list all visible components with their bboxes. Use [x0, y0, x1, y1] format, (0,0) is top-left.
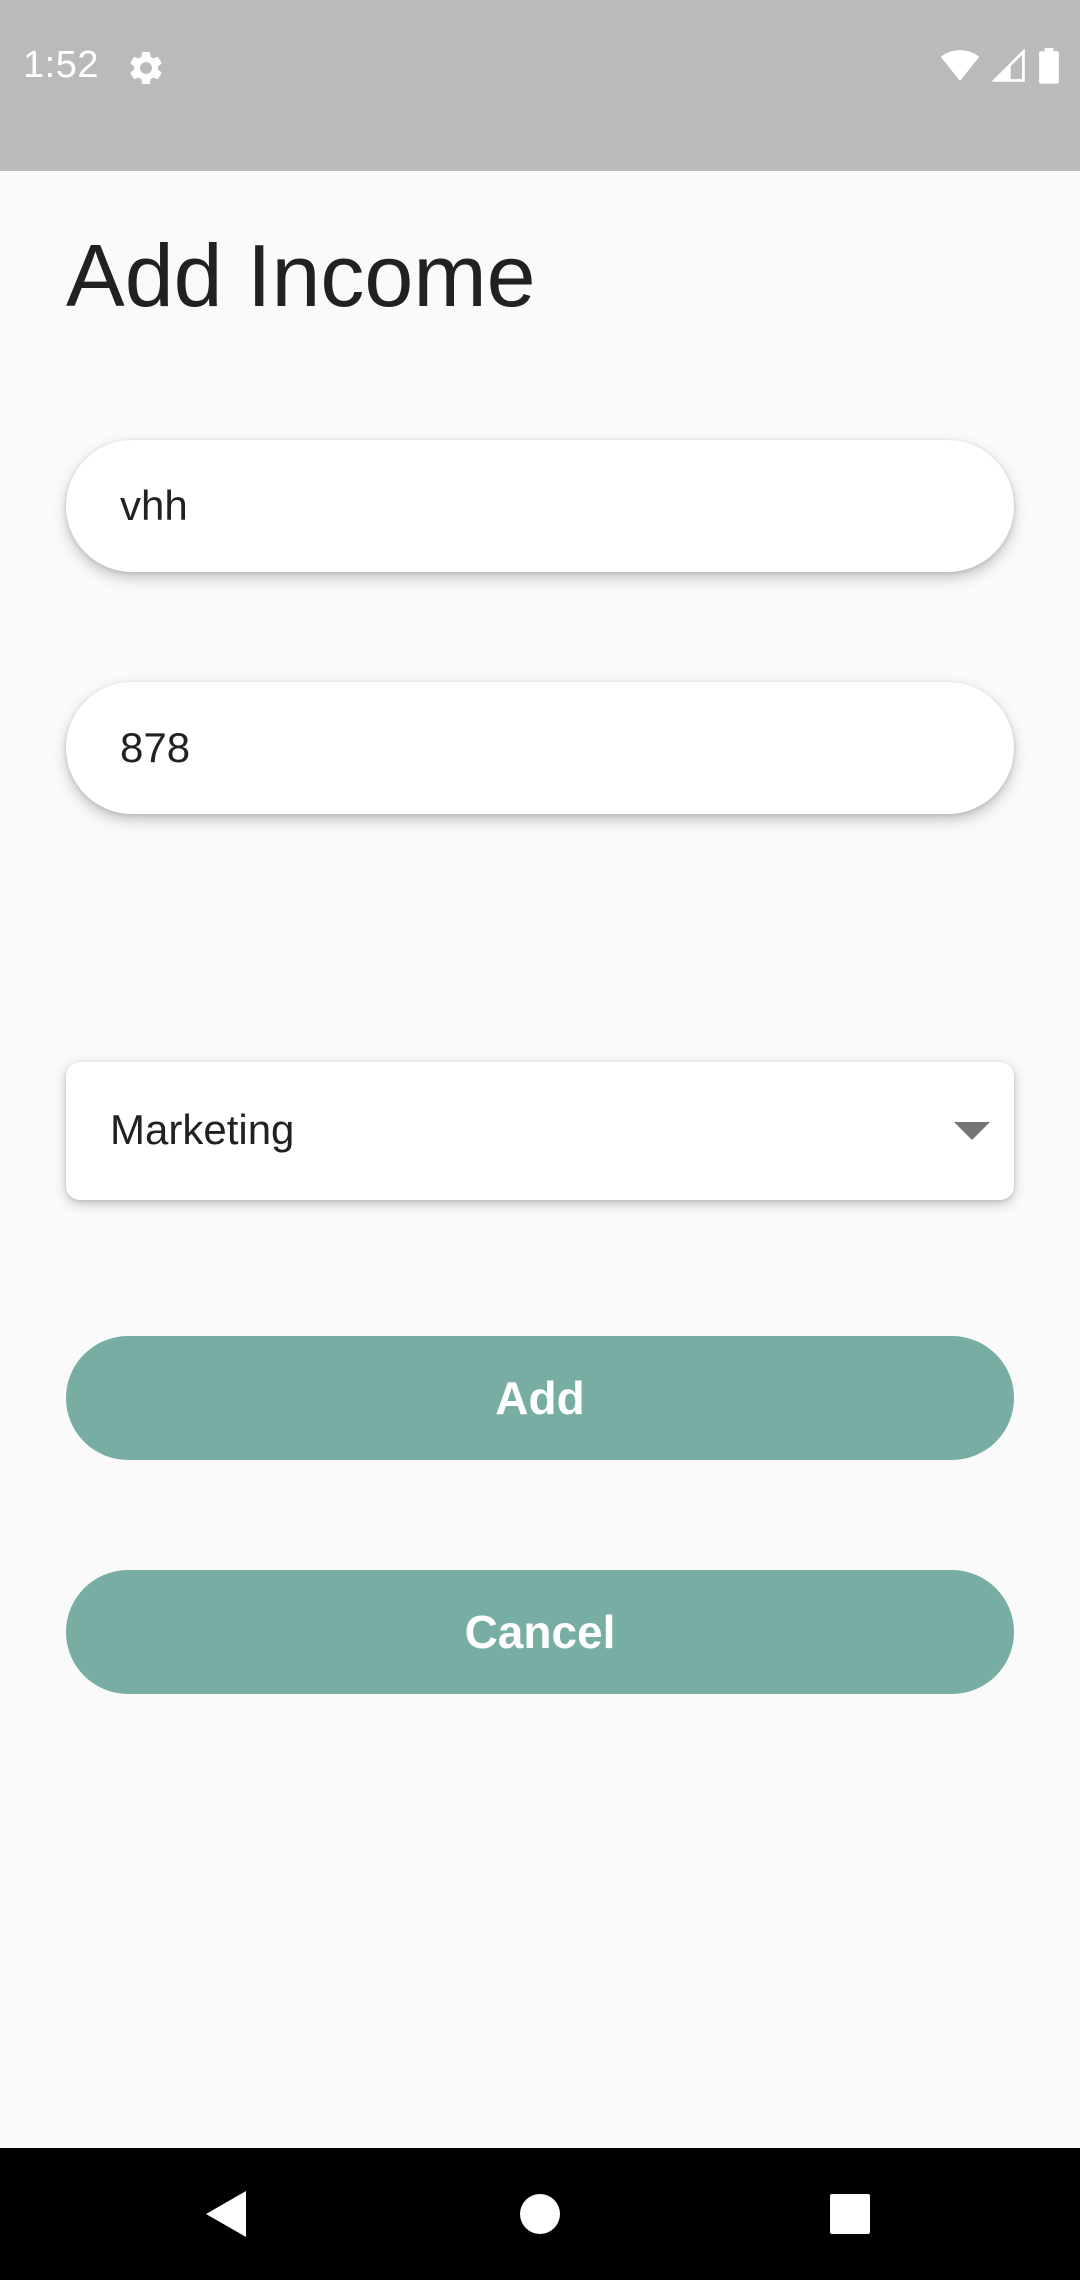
- status-icons: [940, 47, 1060, 89]
- dropdown-arrow-icon: [954, 1122, 990, 1140]
- add-income-screen: 1:52 Add Income vhh 878 Marketing Add Ca…: [0, 0, 1080, 2280]
- recents-icon[interactable]: [810, 2174, 890, 2254]
- home-icon[interactable]: [500, 2174, 580, 2254]
- status-time: 1:52: [23, 44, 99, 86]
- cancel-button[interactable]: Cancel: [66, 1570, 1014, 1694]
- income-name-field[interactable]: [66, 440, 1014, 572]
- back-icon[interactable]: [186, 2174, 266, 2254]
- navigation-bar: [0, 2148, 1080, 2280]
- add-button[interactable]: Add: [66, 1336, 1014, 1460]
- page-title: Add Income: [66, 226, 536, 325]
- category-selected-value: Marketing: [110, 1106, 295, 1153]
- signal-icon: [991, 47, 1026, 88]
- wifi-icon: [940, 49, 980, 88]
- income-name-input[interactable]: [120, 440, 960, 572]
- battery-icon: [1038, 47, 1060, 89]
- gear-icon: [126, 48, 166, 88]
- income-amount-field[interactable]: [66, 682, 1014, 814]
- category-dropdown[interactable]: Marketing: [66, 1062, 1014, 1200]
- income-amount-input[interactable]: [120, 682, 960, 814]
- status-bar: 1:52: [0, 0, 1080, 171]
